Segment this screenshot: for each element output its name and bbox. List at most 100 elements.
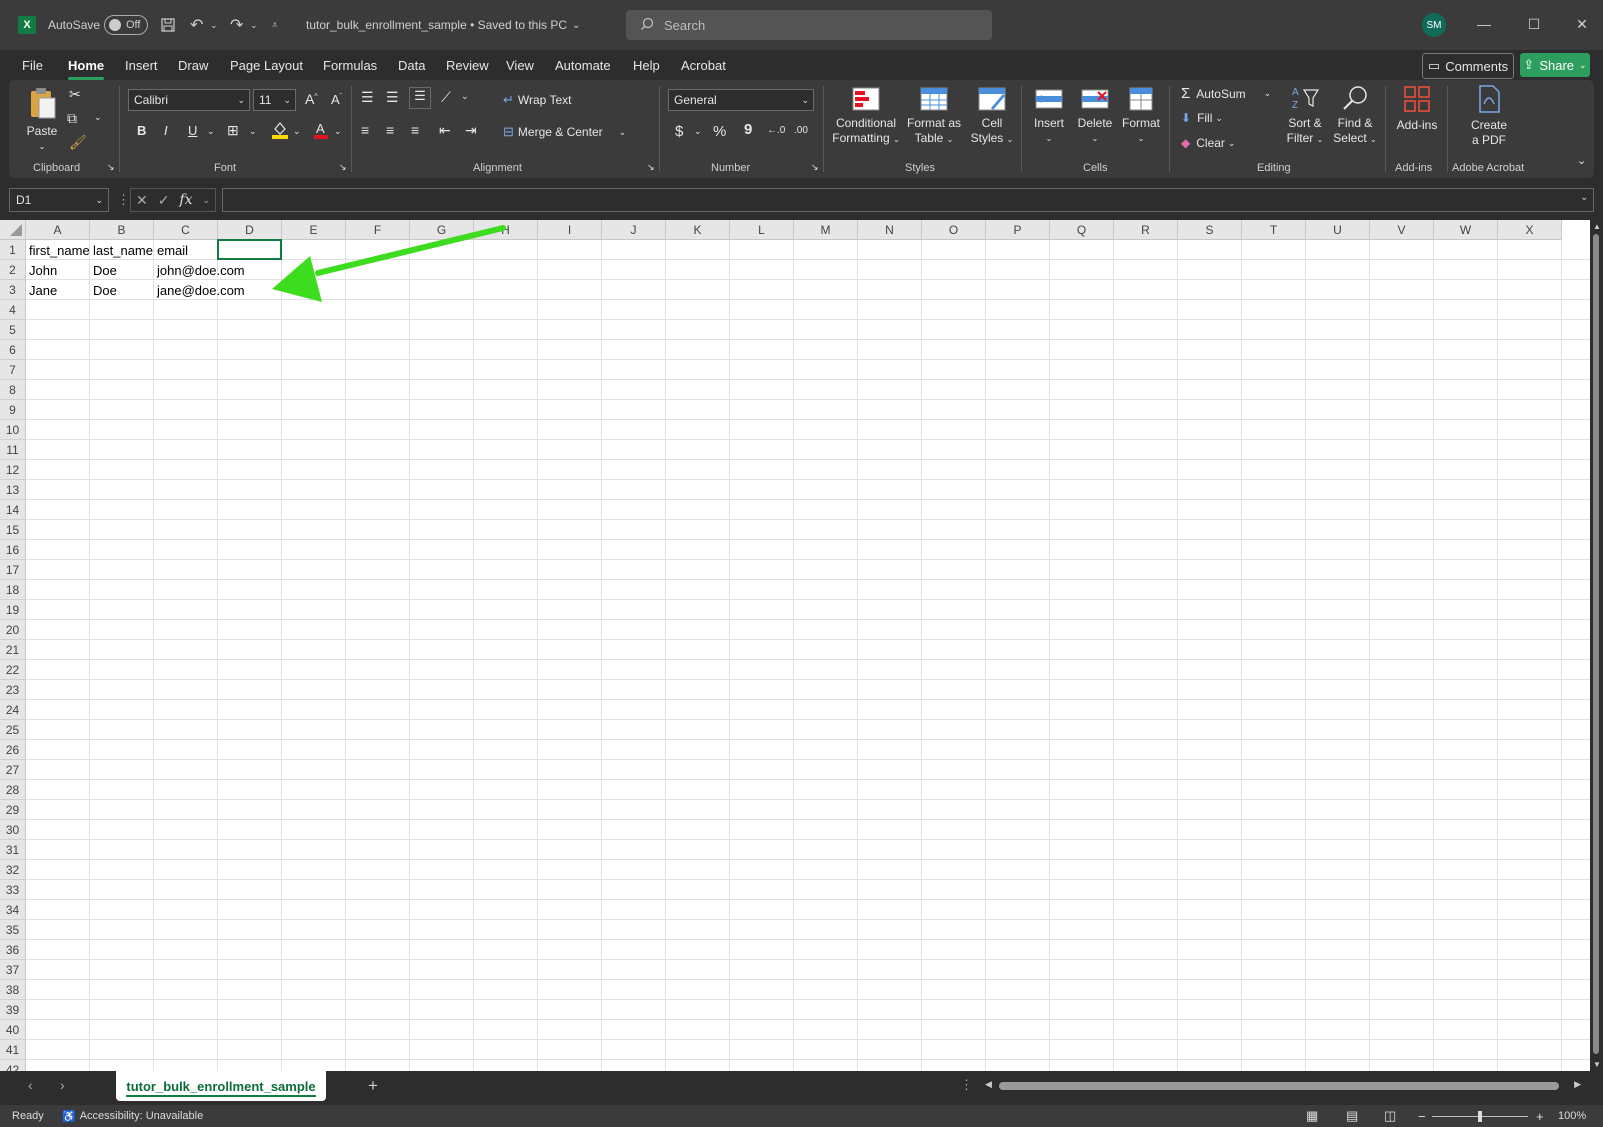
tab-draw[interactable]: Draw [178, 54, 208, 76]
tab-home[interactable]: Home [68, 54, 105, 80]
copy-icon[interactable]: ⧉ [67, 110, 77, 127]
column-header-s[interactable]: S [1178, 220, 1242, 240]
tab-help[interactable]: Help [633, 54, 660, 76]
tab-page-layout[interactable]: Page Layout [230, 54, 303, 76]
column-header-d[interactable]: D [218, 220, 282, 240]
row-header-36[interactable]: 36 [0, 940, 26, 960]
row-header-24[interactable]: 24 [0, 700, 26, 720]
worksheet-grid[interactable]: A B C D E F G H I J K L M N O P Q R S T U V W X 1 2 3 4 5 6 7 8 9 10 11 12 1… [0, 220, 1590, 1071]
column-header-b[interactable]: B [90, 220, 154, 240]
underline-button[interactable]: U [188, 123, 197, 138]
row-header-3[interactable]: 3 [0, 280, 26, 300]
dialog-launcher-icon[interactable]: ↘ [647, 162, 655, 173]
document-title[interactable]: tutor_bulk_enrollment_sample • Saved to … [306, 0, 580, 50]
row-header-26[interactable]: 26 [0, 740, 26, 760]
share-button[interactable]: ⇪ Share ⌄ [1520, 53, 1590, 77]
column-header-g[interactable]: G [410, 220, 474, 240]
search-box[interactable]: Search [626, 10, 992, 40]
tab-file[interactable]: File [22, 54, 43, 76]
column-header-f[interactable]: F [346, 220, 410, 240]
row-header-8[interactable]: 8 [0, 380, 26, 400]
undo-icon[interactable]: ↶ [190, 0, 203, 50]
vertical-scroll-thumb[interactable] [1593, 234, 1599, 1054]
conditional-formatting-button[interactable]: Conditional Formatting ⌄ [831, 86, 901, 147]
row-header-20[interactable]: 20 [0, 620, 26, 640]
middle-align-icon[interactable]: ☰ [386, 89, 399, 106]
enter-icon[interactable]: ✓ [158, 192, 170, 209]
cell-a3[interactable]: Jane [26, 280, 90, 300]
column-header-p[interactable]: P [986, 220, 1050, 240]
format-cells-button[interactable]: Format ⌄ [1119, 86, 1163, 146]
row-header-13[interactable]: 13 [0, 480, 26, 500]
column-header-c[interactable]: C [154, 220, 218, 240]
fill-color-icon[interactable] [271, 120, 289, 143]
scroll-up-icon[interactable]: ▲ [1593, 222, 1601, 231]
insert-function-button[interactable]: fx [179, 192, 192, 208]
cell-a1[interactable]: first_name [26, 240, 90, 260]
create-pdf-button[interactable]: Create a PDF [1461, 84, 1517, 148]
column-header-a[interactable]: A [26, 220, 90, 240]
cell-b2[interactable]: Doe [90, 260, 154, 280]
page-layout-view-icon[interactable]: ▤ [1346, 1105, 1358, 1127]
prev-sheet-icon[interactable]: ‹ [28, 1077, 33, 1093]
increase-decimal-icon[interactable]: ←.0 [767, 125, 785, 136]
row-header-23[interactable]: 23 [0, 680, 26, 700]
customize-qat-icon[interactable]: ⩡ [272, 0, 278, 50]
column-header-m[interactable]: M [794, 220, 858, 240]
row-header-14[interactable]: 14 [0, 500, 26, 520]
row-header-34[interactable]: 34 [0, 900, 26, 920]
row-header-18[interactable]: 18 [0, 580, 26, 600]
save-icon[interactable] [160, 0, 176, 50]
tab-insert[interactable]: Insert [125, 54, 158, 76]
column-header-n[interactable]: N [858, 220, 922, 240]
cell-styles-button[interactable]: Cell Styles ⌄ [967, 86, 1017, 147]
row-header-30[interactable]: 30 [0, 820, 26, 840]
dialog-launcher-icon[interactable]: ↘ [811, 162, 819, 173]
normal-view-icon[interactable]: ▦ [1306, 1105, 1318, 1127]
vertical-scrollbar[interactable]: ▲ ▼ [1590, 220, 1603, 1071]
column-header-e[interactable]: E [282, 220, 346, 240]
cell-a2[interactable]: John [26, 260, 90, 280]
cell-c2[interactable]: john@doe.com [154, 260, 282, 280]
row-header-12[interactable]: 12 [0, 460, 26, 480]
row-header-33[interactable]: 33 [0, 880, 26, 900]
accessibility-status[interactable]: ♿ Accessibility: Unavailable [62, 1105, 203, 1127]
increase-font-icon[interactable]: A^ [305, 91, 318, 107]
column-header-l[interactable]: L [730, 220, 794, 240]
row-header-39[interactable]: 39 [0, 1000, 26, 1020]
wrap-text-button[interactable]: ↵ Wrap Text [503, 92, 571, 108]
sort-filter-button[interactable]: AZ Sort & Filter ⌄ [1285, 84, 1325, 147]
comma-button[interactable]: 9 [744, 121, 752, 138]
bold-button[interactable]: B [137, 123, 146, 138]
merge-center-button[interactable]: ⊟ Merge & Center ⌄ [503, 124, 626, 140]
row-header-22[interactable]: 22 [0, 660, 26, 680]
scroll-right-icon[interactable]: ▶ [1574, 1079, 1581, 1090]
format-as-table-button[interactable]: Format as Table ⌄ [904, 86, 964, 147]
borders-icon[interactable]: ⊞ [227, 122, 239, 139]
scroll-left-icon[interactable]: ◀ [985, 1079, 992, 1090]
italic-button[interactable]: I [164, 123, 168, 138]
tab-automate[interactable]: Automate [555, 54, 611, 76]
cut-icon[interactable]: ✂ [69, 86, 81, 103]
scroll-down-icon[interactable]: ▼ [1593, 1060, 1601, 1069]
column-header-q[interactable]: Q [1050, 220, 1114, 240]
column-header-v[interactable]: V [1370, 220, 1434, 240]
row-header-4[interactable]: 4 [0, 300, 26, 320]
find-select-button[interactable]: Find & Select ⌄ [1333, 84, 1377, 147]
decrease-decimal-icon[interactable]: .00 [794, 125, 808, 136]
zoom-slider-thumb[interactable] [1478, 1110, 1482, 1122]
row-header-42[interactable]: 42 [0, 1060, 26, 1071]
borders-dropdown-icon[interactable]: ⌄ [249, 126, 257, 137]
cell-c3[interactable]: jane@doe.com [154, 280, 282, 300]
name-box[interactable]: D1 ⌄ [9, 188, 109, 212]
redo-dropdown-icon[interactable]: ⌄ [250, 0, 258, 50]
tab-review[interactable]: Review [446, 54, 489, 76]
row-header-17[interactable]: 17 [0, 560, 26, 580]
horizontal-scroll-thumb[interactable] [999, 1082, 1559, 1090]
cell-b1[interactable]: last_name [90, 240, 154, 260]
column-header-t[interactable]: T [1242, 220, 1306, 240]
format-painter-icon[interactable]: 🖌 [69, 134, 87, 151]
row-header-11[interactable]: 11 [0, 440, 26, 460]
insert-cells-button[interactable]: Insert ⌄ [1029, 86, 1069, 146]
bottom-align-icon[interactable]: ☰ [409, 87, 431, 109]
